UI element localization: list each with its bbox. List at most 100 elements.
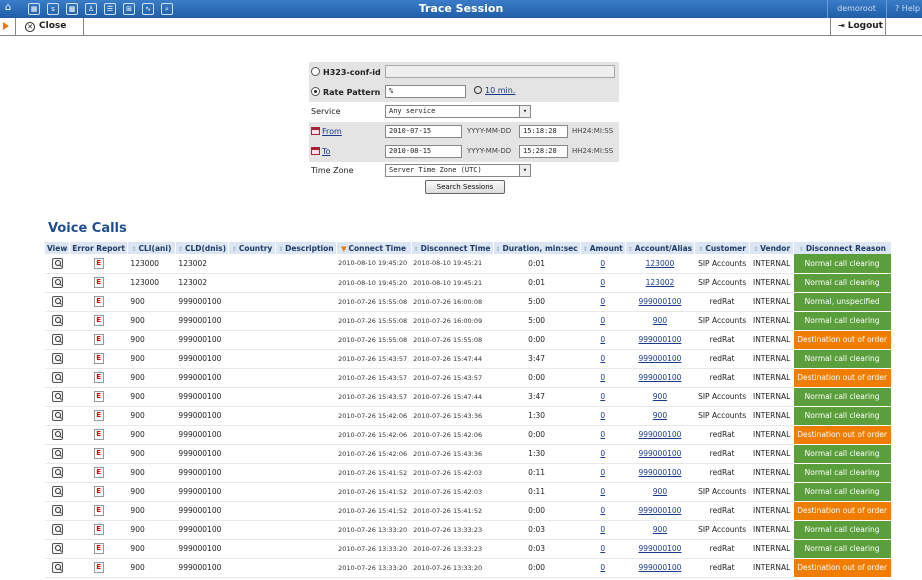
account-link[interactable]: 999000100 [638, 354, 681, 363]
error-report-icon[interactable]: E [93, 296, 104, 307]
col-header-sortable[interactable]: ⇕ CLD(dnis) [174, 242, 229, 254]
view-magnifier-icon[interactable] [51, 296, 63, 307]
view-magnifier-icon[interactable] [51, 372, 63, 383]
timezone-select[interactable]: Server Time Zone (UTC) ▾ [385, 164, 531, 177]
from-time-input[interactable]: 15:18:28 [519, 125, 568, 138]
col-header-sortable[interactable]: ⇕ Amount [579, 242, 626, 254]
error-report-icon[interactable]: E [93, 353, 104, 364]
account-link[interactable]: 999000100 [638, 506, 681, 515]
col-header-sortable[interactable]: ⇕ Customer [694, 242, 750, 254]
account-link[interactable]: 999000100 [638, 468, 681, 477]
service-select[interactable]: Any service ▾ [385, 105, 531, 118]
col-header-sortable[interactable]: ⇕ Account/Alias [624, 242, 695, 254]
view-magnifier-icon[interactable] [51, 524, 63, 535]
error-report-icon[interactable]: E [93, 505, 104, 516]
account-link[interactable]: 999000100 [638, 297, 681, 306]
amount-link[interactable]: 0 [600, 411, 605, 420]
view-magnifier-icon[interactable] [51, 353, 63, 364]
amount-link[interactable]: 0 [600, 373, 605, 382]
account-link[interactable]: 900 [653, 411, 667, 420]
amount-link[interactable]: 0 [600, 392, 605, 401]
rate-pattern-input[interactable]: % [385, 85, 466, 98]
error-report-icon[interactable]: E [93, 334, 104, 345]
view-magnifier-icon[interactable] [51, 315, 63, 326]
amount-link[interactable]: 0 [600, 506, 605, 515]
amount-link[interactable]: 0 [600, 449, 605, 458]
customer-cell: redRat [694, 292, 750, 312]
error-report-icon[interactable]: E [93, 543, 104, 554]
amount-link[interactable]: 0 [600, 297, 605, 306]
view-magnifier-icon[interactable] [51, 334, 63, 345]
from-link[interactable]: From [311, 127, 342, 136]
from-date-input[interactable]: 2010-07-15 [385, 125, 462, 138]
view-magnifier-icon[interactable] [51, 277, 63, 288]
view-magnifier-icon[interactable] [51, 562, 63, 573]
view-magnifier-icon[interactable] [51, 391, 63, 402]
account-link[interactable]: 999000100 [638, 544, 681, 553]
account-link[interactable]: 999000100 [638, 563, 681, 572]
view-magnifier-icon[interactable] [51, 257, 63, 269]
view-magnifier-icon[interactable] [51, 467, 63, 478]
account-link[interactable]: 999000100 [638, 449, 681, 458]
account-link[interactable]: 900 [653, 392, 667, 401]
to-link[interactable]: To [311, 147, 330, 156]
account-link[interactable]: 999000100 [638, 373, 681, 382]
logout-button[interactable]: ⇥ Logout [838, 21, 883, 31]
error-report-icon[interactable]: E [93, 524, 104, 535]
col-header-sortable[interactable]: ⇕ Description [275, 242, 337, 254]
error-report-icon[interactable]: E [93, 429, 104, 440]
menu-arrow-icon[interactable] [3, 22, 9, 30]
search-sessions-button[interactable]: Search Sessions [425, 180, 505, 194]
h323-radio[interactable] [311, 67, 320, 76]
amount-link[interactable]: 0 [600, 468, 605, 477]
to-time-input[interactable]: 15:28:28 [519, 145, 568, 158]
error-report-icon[interactable]: E [93, 410, 104, 421]
amount-link[interactable]: 0 [600, 430, 605, 439]
account-link[interactable]: 123002 [646, 278, 675, 287]
amount-link[interactable]: 0 [600, 563, 605, 572]
col-header-sortable[interactable]: ▼ Connect Time [335, 242, 412, 254]
col-header-sortable[interactable]: ⇕ Duration, min:sec [492, 242, 581, 254]
duration-shortcut[interactable]: 10 min. [474, 86, 515, 95]
view-magnifier-icon[interactable] [51, 410, 63, 421]
error-report-icon[interactable]: E [93, 315, 104, 326]
amount-link[interactable]: 0 [600, 335, 605, 344]
col-header-sortable[interactable]: ⇕ Disconnect Reason [793, 242, 891, 254]
account-link[interactable]: 900 [653, 487, 667, 496]
view-magnifier-icon[interactable] [51, 448, 63, 459]
h323-input[interactable] [385, 65, 615, 78]
account-link[interactable]: 123000 [646, 259, 675, 268]
view-magnifier-icon[interactable] [51, 505, 63, 516]
error-report-icon[interactable]: E [93, 448, 104, 459]
account-link[interactable]: 900 [653, 316, 667, 325]
amount-link[interactable]: 0 [600, 525, 605, 534]
col-header-sortable[interactable]: ⇕ CLI(ani) [126, 242, 176, 254]
amount-link[interactable]: 0 [600, 259, 605, 268]
col-header-sortable[interactable]: ⇕ Disconnect Time [410, 242, 493, 254]
account-link[interactable]: 900 [653, 525, 667, 534]
col-header-sortable[interactable]: ⇕ Vendor [749, 242, 794, 254]
amount-link[interactable]: 0 [600, 278, 605, 287]
error-report-icon[interactable]: E [93, 486, 104, 497]
rate-pattern-radio[interactable] [311, 87, 320, 96]
error-report-icon[interactable]: E [93, 467, 104, 478]
amount-link[interactable]: 0 [600, 544, 605, 553]
amount-link[interactable]: 0 [600, 316, 605, 325]
col-header-sortable[interactable]: ⇕ Country [228, 242, 276, 254]
view-magnifier-icon[interactable] [51, 486, 63, 497]
error-report-icon[interactable]: E [93, 562, 104, 573]
error-report-icon[interactable]: E [93, 372, 104, 383]
error-report-icon[interactable]: E [93, 391, 104, 402]
amount-link[interactable]: 0 [600, 487, 605, 496]
duration-link[interactable]: 10 min. [485, 86, 515, 95]
amount-link[interactable]: 0 [600, 354, 605, 363]
error-report-icon[interactable]: E [93, 277, 104, 288]
help-link[interactable]: ? Help [886, 0, 922, 18]
view-magnifier-icon[interactable] [51, 543, 63, 554]
to-date-input[interactable]: 2010-08-15 [385, 145, 462, 158]
account-link[interactable]: 999000100 [638, 335, 681, 344]
account-link[interactable]: 999000100 [638, 430, 681, 439]
close-button[interactable]: ✕ Close [25, 21, 66, 32]
view-magnifier-icon[interactable] [51, 429, 63, 440]
error-report-icon[interactable]: E [93, 257, 104, 269]
